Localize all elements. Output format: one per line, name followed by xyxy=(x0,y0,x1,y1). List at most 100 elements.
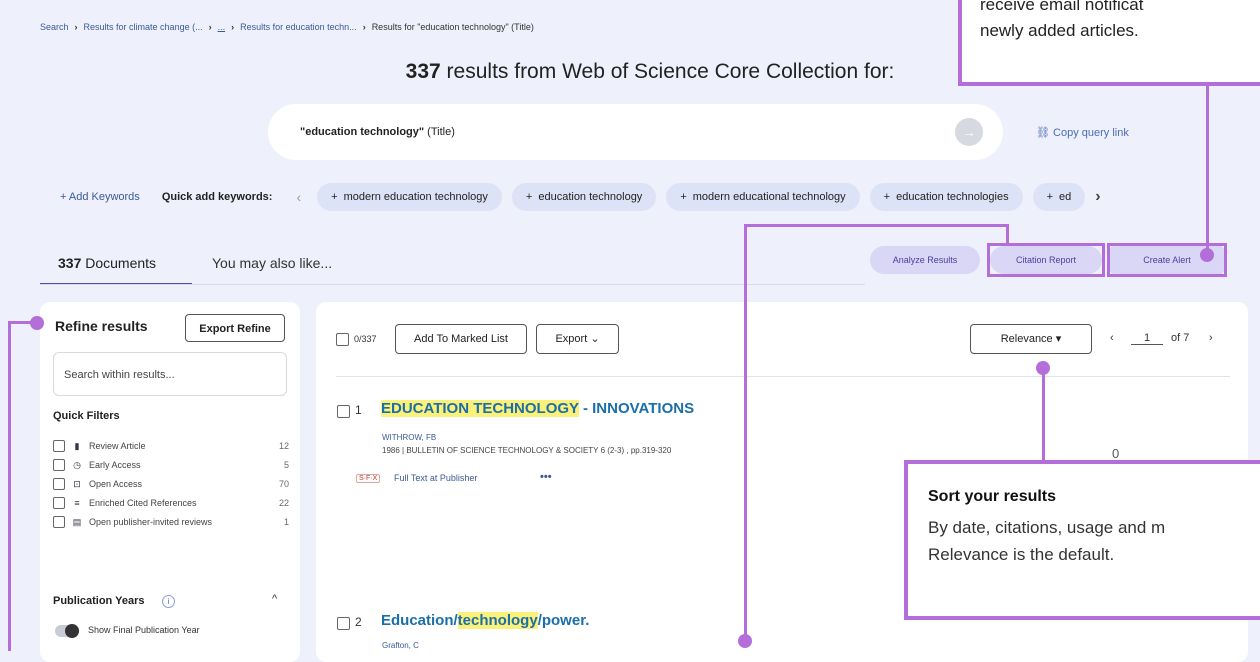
plus-icon: + xyxy=(525,191,533,203)
select-all-checkbox[interactable] xyxy=(336,333,349,346)
previous-page-icon[interactable]: ‹ xyxy=(1110,332,1114,344)
search-query[interactable]: "education technology" (Title) xyxy=(300,126,455,138)
refine-title: Refine results xyxy=(55,318,148,334)
filter-count: 5 xyxy=(283,460,289,470)
filter-checkbox[interactable] xyxy=(53,497,65,509)
chevron-left-icon[interactable]: ‹ xyxy=(296,189,301,205)
page-title: 337 results from Web of Science Core Col… xyxy=(0,60,1000,84)
page-title-text: results from Web of Science Core Collect… xyxy=(446,60,895,83)
filter-label: Open publisher-invited reviews xyxy=(89,517,213,527)
sort-callout-title: Sort your results xyxy=(928,488,1057,505)
more-options-icon[interactable]: ••• xyxy=(540,471,552,483)
filter-count: 1 xyxy=(283,517,289,527)
record-author[interactable]: Grafton, C xyxy=(382,641,419,650)
search-within-input[interactable]: Search within results... xyxy=(53,352,287,396)
create-alert-callout: receive email notificat newly added arti… xyxy=(958,0,1260,86)
record-number: 1 xyxy=(355,403,362,417)
record-title[interactable]: EDUCATION TECHNOLOGY - INNOVATIONS xyxy=(381,400,694,417)
record-checkbox[interactable] xyxy=(337,405,350,418)
page-number-input[interactable]: 1 xyxy=(1131,332,1163,345)
record-checkbox[interactable] xyxy=(337,617,350,630)
breadcrumb-ellipsis[interactable]: ... xyxy=(218,22,226,32)
callout-line: By date, citations, usage and m xyxy=(928,518,1166,537)
breadcrumb-search[interactable]: Search xyxy=(40,22,69,32)
breadcrumb-climate[interactable]: Results for climate change (... xyxy=(84,22,203,32)
sort-select[interactable]: Relevance ▾ xyxy=(970,324,1092,354)
copy-query-link[interactable]: ⛓ Copy query link xyxy=(1036,126,1129,139)
record-title-rest: /power. xyxy=(537,612,590,629)
chevron-right-icon[interactable]: › xyxy=(1095,188,1100,206)
filter-checkbox[interactable] xyxy=(53,459,65,471)
keyword-chip-label: education technologies xyxy=(896,191,1009,203)
record-title[interactable]: Education/technology/power. xyxy=(381,612,589,629)
info-icon[interactable]: i xyxy=(162,595,175,608)
citation-count: 0 xyxy=(1112,446,1120,461)
callout-connector xyxy=(744,224,1009,227)
callout-line: receive email notificat xyxy=(980,0,1144,14)
breadcrumb-separator: › xyxy=(74,22,78,32)
citation-report-highlight xyxy=(987,243,1105,277)
filter-checkbox[interactable] xyxy=(53,516,65,528)
callout-line: newly added articles. xyxy=(980,21,1139,41)
tab-documents[interactable]: 337 Documents xyxy=(58,255,156,271)
filter-enriched-cited[interactable]: ≡ Enriched Cited References 22 xyxy=(53,496,289,510)
filter-checkbox[interactable] xyxy=(53,478,65,490)
keyword-chip[interactable]: + education technologies xyxy=(869,183,1023,211)
keyword-chip-label: education technology xyxy=(538,191,643,203)
page-total: of 7 xyxy=(1171,332,1190,344)
keyword-chip[interactable]: + ed xyxy=(1032,183,1086,211)
filter-review-article[interactable]: ▮ Review Article 12 xyxy=(53,439,289,453)
export-refine-button[interactable]: Export Refine xyxy=(185,314,285,342)
search-bar[interactable]: "education technology" (Title) → xyxy=(268,104,1003,160)
filter-publisher-reviews[interactable]: ▤ Open publisher-invited reviews 1 xyxy=(53,515,289,529)
publication-years-title[interactable]: Publication Years xyxy=(53,595,145,607)
create-alert-callout-text: receive email notificat newly added arti… xyxy=(980,0,1143,45)
full-text-link[interactable]: Full Text at Publisher xyxy=(394,473,477,483)
analyze-results-button[interactable]: Analyze Results xyxy=(870,246,980,274)
callout-connector xyxy=(8,321,34,324)
keyword-chip-label: modern educational technology xyxy=(692,191,846,203)
record-title-rest: - INNOVATIONS xyxy=(578,400,695,417)
result-count: 337 xyxy=(405,60,441,83)
filter-count: 22 xyxy=(278,498,289,508)
final-year-toggle-label: Show Final Publication Year xyxy=(88,625,200,635)
filter-open-access[interactable]: ⊡ Open Access 70 xyxy=(53,477,289,491)
keyword-chip[interactable]: + education technology xyxy=(511,183,657,211)
chevron-up-icon[interactable]: ^ xyxy=(272,593,277,605)
filter-count: 70 xyxy=(278,479,289,489)
export-button[interactable]: Export ⌄ xyxy=(536,324,619,354)
arrow-right-icon[interactable]: → xyxy=(955,118,983,146)
add-keywords-button[interactable]: + Add Keywords xyxy=(60,191,140,203)
tab-documents-count: 337 xyxy=(58,255,82,271)
lock-open-icon: ⊡ xyxy=(73,478,81,489)
filter-label: Review Article xyxy=(89,441,146,451)
sort-callout-body: By date, citations, usage and m Relevanc… xyxy=(928,514,1165,568)
keyword-chip[interactable]: + modern education technology xyxy=(317,183,502,211)
breadcrumb-education[interactable]: Results for education techn... xyxy=(240,22,357,32)
record-title-highlight: technology xyxy=(457,612,538,629)
breadcrumb: Search › Results for climate change (...… xyxy=(40,22,534,32)
final-year-toggle[interactable] xyxy=(55,624,79,638)
plus-icon: + xyxy=(680,191,687,203)
record-source: 1986 | BULLETIN OF SCIENCE TECHNOLOGY & … xyxy=(382,446,672,455)
breadcrumb-separator: › xyxy=(208,22,212,32)
filter-early-access[interactable]: ◷ Early Access 5 xyxy=(53,458,289,472)
record-author[interactable]: WITHROW, FB xyxy=(382,433,436,442)
callout-connector xyxy=(1006,224,1009,244)
keyword-row: + Add Keywords Quick add keywords: ‹ + mo… xyxy=(60,183,1101,211)
plus-icon: + xyxy=(331,191,338,203)
record-title-pre: Education/ xyxy=(381,612,458,629)
tab-documents-label: Documents xyxy=(85,255,157,271)
add-to-marked-list-button[interactable]: Add To Marked List xyxy=(395,324,527,354)
sfx-logo[interactable]: S·F·X xyxy=(356,474,381,483)
caret-down-icon: ▾ xyxy=(1055,333,1062,345)
create-alert-highlight xyxy=(1107,243,1227,277)
next-page-icon[interactable]: › xyxy=(1209,332,1213,344)
callout-connector xyxy=(8,321,11,651)
keyword-chip[interactable]: + modern educational technology xyxy=(666,183,860,211)
clock-icon: ◷ xyxy=(73,459,81,470)
tab-you-may-also-like[interactable]: You may also like... xyxy=(212,255,332,271)
filter-checkbox[interactable] xyxy=(53,440,65,452)
export-button-label: Export xyxy=(555,333,588,345)
keyword-chip-label: modern education technology xyxy=(343,191,488,203)
